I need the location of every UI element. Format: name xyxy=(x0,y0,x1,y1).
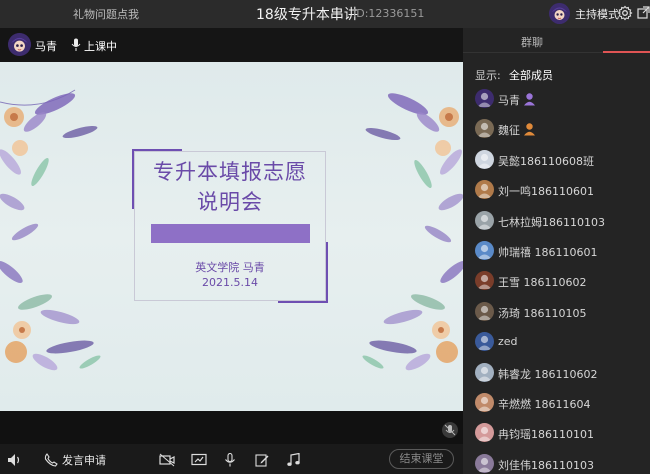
member-list-item[interactable]: 马青 xyxy=(475,88,647,110)
panel-tabs: 群聊 xyxy=(463,28,650,53)
member-list-item[interactable]: 韩睿龙 186110602 xyxy=(475,362,647,384)
member-avatar xyxy=(475,149,494,169)
member-name: zed xyxy=(498,335,518,349)
assistant-badge-icon xyxy=(523,121,536,136)
speaker-volume-icon[interactable] xyxy=(7,452,23,466)
member-name: 汤琦 186110105 xyxy=(498,306,587,320)
teacher-avatar[interactable] xyxy=(8,33,31,56)
microphone-icon xyxy=(71,37,81,51)
phone-icon[interactable] xyxy=(44,452,60,467)
host-avatar[interactable] xyxy=(549,3,570,24)
member-list-item[interactable]: zed xyxy=(475,331,647,353)
floral-decoration-left xyxy=(0,89,101,371)
end-class-button[interactable]: 结束课堂 xyxy=(389,449,454,469)
member-name: 帅瑞禧 186110601 xyxy=(498,246,598,259)
member-avatar xyxy=(475,241,494,260)
host-mode-label[interactable]: 主持模式 xyxy=(575,6,619,22)
chat-panel: 群聊 显示: 全部成员 马青魏征吴懿186110608班 刘一鸣186110601… xyxy=(463,28,650,474)
presentation-slide: 专升本填报志愿 说明会 英文学院 马青 2021.5.14 xyxy=(0,62,463,411)
speak-request-button[interactable]: 发言申请 xyxy=(62,452,106,468)
microphone-off-icon[interactable] xyxy=(223,452,239,467)
screen-share-icon[interactable] xyxy=(191,452,207,466)
member-avatar xyxy=(475,271,494,291)
member-filter-label: 显示: xyxy=(475,69,501,82)
camera-icon[interactable] xyxy=(159,452,175,467)
member-filter-select[interactable]: 全部成员 xyxy=(509,67,553,83)
frame-corner-top-left-h xyxy=(132,149,182,151)
member-name: 冉钧瑶186110101 xyxy=(498,428,594,442)
member-avatar xyxy=(475,119,494,139)
live-status: 上课中 xyxy=(84,40,117,53)
gift-help-link[interactable]: 礼物问题点我 xyxy=(73,6,139,22)
member-avatar xyxy=(475,210,494,230)
slide-divider-bar xyxy=(151,224,310,243)
member-name: 辛燃燃 18611604 xyxy=(498,398,591,411)
stage-mute-icon[interactable] xyxy=(442,422,458,438)
video-stage: 马青 上课中 专升本填报志愿 说明会 英文学院 马青 2021.5.14 xyxy=(0,28,463,444)
member-list-item[interactable]: 吴懿186110608班 xyxy=(475,149,647,171)
member-name: 刘一鸣186110601 xyxy=(498,185,594,199)
slide-author: 英文学院 马青 xyxy=(195,261,265,274)
course-id: ID:12336151 xyxy=(353,7,425,20)
member-avatar xyxy=(475,89,494,108)
frame-corner-bottom-right xyxy=(326,242,328,303)
member-name: 王雪 186110602 xyxy=(498,276,587,290)
music-note-icon[interactable] xyxy=(286,452,302,466)
member-avatar xyxy=(475,362,494,382)
member-list-item[interactable]: 刘一鸣186110601 xyxy=(475,179,647,201)
slide-date: 2021.5.14 xyxy=(202,276,258,289)
member-list-item[interactable]: 王雪 186110602 xyxy=(475,270,647,292)
frame-corner-bottom-right-h xyxy=(278,301,328,303)
member-avatar xyxy=(475,423,494,443)
member-name: 魏征 xyxy=(498,124,520,138)
member-name: 七林拉姆186110103 xyxy=(498,215,605,229)
member-avatar xyxy=(475,453,494,473)
slide-title-line2: 说明会 xyxy=(197,190,263,214)
bottom-toolbar: 发言申请 结束课堂 xyxy=(0,444,463,474)
member-avatar xyxy=(475,332,494,352)
floral-decoration-right xyxy=(362,93,463,371)
member-avatar xyxy=(475,180,494,200)
active-tab-indicator xyxy=(603,51,650,53)
slide-title-line1: 专升本填报志愿 xyxy=(153,160,307,184)
course-title: 18级专升本串讲 xyxy=(256,7,358,23)
member-list-item[interactable]: 冉钧瑶186110101 xyxy=(475,422,647,444)
member-list-item[interactable]: 帅瑞禧 186110601 xyxy=(475,240,647,262)
member-list-item[interactable]: 刘佳伟186110103 xyxy=(475,453,647,474)
top-bar: 礼物问题点我 18级专升本串讲 ID:12336151 主持模式 xyxy=(0,0,650,28)
member-name: 韩睿龙 186110602 xyxy=(498,367,598,381)
tab-group-chat[interactable]: 群聊 xyxy=(521,34,543,50)
external-link-icon[interactable] xyxy=(637,5,650,21)
member-avatar xyxy=(475,393,494,412)
member-list-item[interactable]: 汤琦 186110105 xyxy=(475,301,647,323)
member-name: 马青 xyxy=(498,94,520,107)
member-list-item[interactable]: 七林拉姆186110103 xyxy=(475,210,647,232)
member-list-item[interactable]: 辛燃燃 18611604 xyxy=(475,392,647,414)
member-name: 刘佳伟186110103 xyxy=(498,458,594,472)
edit-pen-icon[interactable] xyxy=(255,452,271,467)
teacher-badge-icon xyxy=(523,91,536,106)
settings-gear-icon[interactable] xyxy=(617,5,633,21)
member-name: 吴懿186110608班 xyxy=(498,154,594,168)
member-list-item[interactable]: 魏征 xyxy=(475,118,647,140)
stage-header: 马青 上课中 xyxy=(0,28,463,62)
member-avatar xyxy=(475,301,494,321)
teacher-name: 马青 xyxy=(35,40,57,53)
